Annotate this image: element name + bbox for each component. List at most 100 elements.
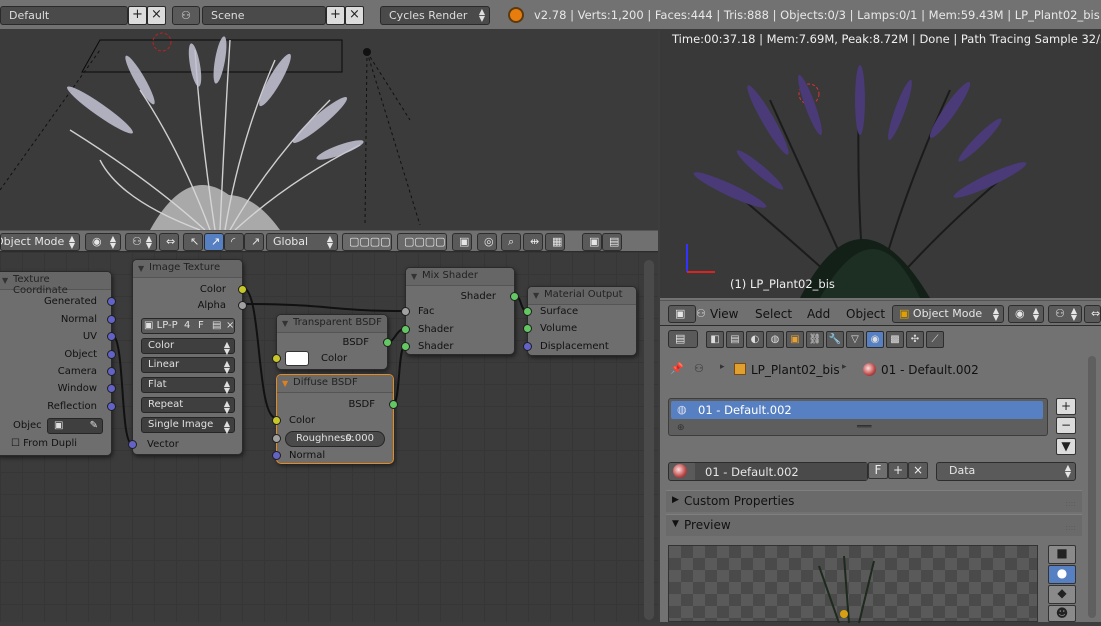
pivot-point-dropdown[interactable]: ⚇ ▲ ▼ xyxy=(1048,305,1082,323)
socket-object[interactable] xyxy=(107,350,116,359)
manipulator-icon[interactable]: ⇔ xyxy=(1084,305,1101,323)
socket-surface-in[interactable] xyxy=(523,307,532,316)
world-tab-icon[interactable]: ◍ xyxy=(766,331,784,348)
layout-selector[interactable]: Default xyxy=(0,6,128,25)
preview-monkey-button[interactable]: ☻ xyxy=(1048,605,1076,622)
node-editor[interactable]: ▼ Texture Coordinate Generated Normal UV … xyxy=(0,252,658,622)
slot-specials-button[interactable]: ▼ xyxy=(1056,438,1076,455)
preview-flat-button[interactable]: ■ xyxy=(1048,545,1076,564)
socket-bsdf-out[interactable] xyxy=(383,338,392,347)
socket-bsdf-out[interactable] xyxy=(389,400,398,409)
link-dropdown[interactable]: Data ▲ ▼ xyxy=(936,462,1076,481)
socket-reflection[interactable] xyxy=(107,402,116,411)
render-engine-dropdown[interactable]: Cycles Render ▲ ▼ xyxy=(380,6,490,25)
scene-selector[interactable]: Scene xyxy=(202,6,326,25)
preview-cube-button[interactable]: ◆ xyxy=(1048,585,1076,604)
extension-dropdown[interactable]: Repeat ▲ ▼ xyxy=(141,397,235,415)
diffuse-bsdf-node[interactable]: ▼ Diffuse BSDF BSDF Color Roughness: 0.00… xyxy=(272,374,398,464)
socket-alpha-out[interactable] xyxy=(238,301,247,310)
list-resize-handle[interactable]: ═══ xyxy=(857,422,871,431)
mix-shader-node[interactable]: ▼ Mix Shader Shader Fac Shader Shader xyxy=(401,267,519,355)
material-browser[interactable]: 01 - Default.002 xyxy=(668,462,868,481)
socket-color-in[interactable] xyxy=(272,354,281,363)
lock-layers-icon[interactable]: ▣ xyxy=(452,233,472,251)
menu-add[interactable]: Add xyxy=(807,307,830,321)
drag-handle-icon[interactable]: :::: xyxy=(1065,523,1076,532)
node-editor-scrollbar[interactable] xyxy=(644,260,654,620)
translate-manipulator-icon[interactable]: ↖ xyxy=(183,233,203,251)
material-output-node[interactable]: ▼ Material Output Surface Volume Displace… xyxy=(523,286,637,356)
material-slot-list[interactable]: ◍ 01 - Default.002 ⊕ ═══ xyxy=(668,398,1048,436)
render-tab-icon[interactable]: ◧ xyxy=(706,331,724,348)
close-scene-button[interactable]: × xyxy=(345,6,364,25)
material-slot-item[interactable]: ◍ 01 - Default.002 xyxy=(671,401,1043,419)
viewport-shading-dropdown[interactable]: ◉ ▲ ▼ xyxy=(85,233,121,251)
properties-scrollbar[interactable] xyxy=(1088,356,1096,618)
drag-handle-icon[interactable]: :::: xyxy=(1065,499,1076,508)
image-users[interactable]: 4 xyxy=(184,320,190,331)
transform-orientation-dropdown[interactable]: Global ▲ ▼ xyxy=(266,233,338,251)
socket-color-out[interactable] xyxy=(238,285,247,294)
fake-user-button[interactable]: F xyxy=(868,462,888,479)
list-filter-icon[interactable]: ⊕ xyxy=(677,423,685,433)
properties-editor-type[interactable]: ▤ xyxy=(668,330,698,348)
transform-manipulator-icon[interactable]: ⇔ xyxy=(159,233,179,251)
socket-displacement-in[interactable] xyxy=(523,342,532,351)
layers-group-1[interactable]: ▢▢▢▢ xyxy=(342,233,392,251)
new-material-button[interactable]: + xyxy=(888,462,908,479)
object-tab-icon[interactable]: ▣ xyxy=(786,331,804,348)
socket-roughness-in[interactable] xyxy=(272,434,281,443)
image-texture-node[interactable]: ▼ Image Texture Color Alpha ▣ LP-P 4 F ▤ … xyxy=(128,259,247,455)
material-tab-icon[interactable]: ◉ xyxy=(866,331,884,348)
render-layers-tab-icon[interactable]: ▤ xyxy=(726,331,744,348)
add-layout-button[interactable]: + xyxy=(128,6,147,25)
socket-shader-out[interactable] xyxy=(510,292,519,301)
menu-view[interactable]: View xyxy=(710,307,738,321)
socket-normal-in[interactable] xyxy=(272,451,281,460)
open-image-icon[interactable]: ▤ xyxy=(212,320,221,331)
menu-object[interactable]: Object xyxy=(846,307,885,321)
modifiers-tab-icon[interactable]: 🔧 xyxy=(826,331,844,348)
color-space-dropdown[interactable]: Color ▲ ▼ xyxy=(141,338,235,356)
layers-group-2[interactable]: ▢▢▢▢ xyxy=(397,233,447,251)
socket-camera[interactable] xyxy=(107,367,116,376)
pin-icon[interactable]: 📌 xyxy=(670,362,684,375)
constraints-tab-icon[interactable]: ⛓ xyxy=(806,331,824,348)
scene-tab-icon[interactable]: ◐ xyxy=(746,331,764,348)
texture-tab-icon[interactable]: ▩ xyxy=(886,331,904,348)
image-browser[interactable]: ▣ LP-P 4 F ▤ × xyxy=(141,318,235,334)
projection-dropdown[interactable]: Flat ▲ ▼ xyxy=(141,377,235,395)
snap-element-icon[interactable]: ⇹ xyxy=(523,233,543,251)
fake-user-button[interactable]: F xyxy=(198,320,204,331)
socket-fac-in[interactable] xyxy=(401,307,410,316)
browse-material-icon[interactable] xyxy=(673,464,687,478)
interpolation-dropdown[interactable]: Linear ▲ ▼ xyxy=(141,357,235,375)
physics-tab-icon[interactable]: ⟋ xyxy=(926,331,944,348)
opengl-animation-icon[interactable]: ▤ xyxy=(602,233,622,251)
source-dropdown[interactable]: Single Image ▲ ▼ xyxy=(141,417,235,435)
rendered-viewport[interactable]: Time:00:37.18 | Mem:7.69M, Peak:8.72M | … xyxy=(660,30,1101,298)
socket-window[interactable] xyxy=(107,384,116,393)
unlink-image-icon[interactable]: × xyxy=(226,320,234,331)
socket-uv[interactable] xyxy=(107,332,116,341)
preview-sphere-button[interactable]: ● xyxy=(1048,565,1076,584)
pivot-dropdown[interactable]: ⚇ ▲ ▼ xyxy=(125,233,157,251)
socket-color-in[interactable] xyxy=(272,416,281,425)
preview-panel[interactable]: ▼ Preview :::: xyxy=(666,514,1082,536)
roughness-slider[interactable]: Roughness: 0.000 xyxy=(285,431,385,447)
unlink-material-button[interactable]: × xyxy=(908,462,928,479)
socket-generated[interactable] xyxy=(107,297,116,306)
socket-volume-in[interactable] xyxy=(523,324,532,333)
texture-coordinate-node[interactable]: ▼ Texture Coordinate Generated Normal UV … xyxy=(0,271,116,456)
socket-shader2-in[interactable] xyxy=(401,342,410,351)
custom-properties-panel[interactable]: ▶ Custom Properties :::: xyxy=(666,490,1082,512)
color-swatch[interactable] xyxy=(285,351,309,366)
data-tab-icon[interactable]: ▽ xyxy=(846,331,864,348)
socket-shader1-in[interactable] xyxy=(401,325,410,334)
material-name[interactable]: 01 - Default.002 xyxy=(705,465,799,479)
shading-dropdown[interactable]: ◉ ▲ ▼ xyxy=(1008,305,1044,323)
snap-toggle-icon[interactable]: ⌕ xyxy=(501,233,521,251)
object-mode-dropdown[interactable]: ▣ Object Mode ▲ ▼ xyxy=(892,305,1004,323)
menu-select[interactable]: Select xyxy=(755,307,792,321)
transparent-bsdf-node[interactable]: ▼ Transparent BSDF BSDF Color xyxy=(272,314,392,370)
